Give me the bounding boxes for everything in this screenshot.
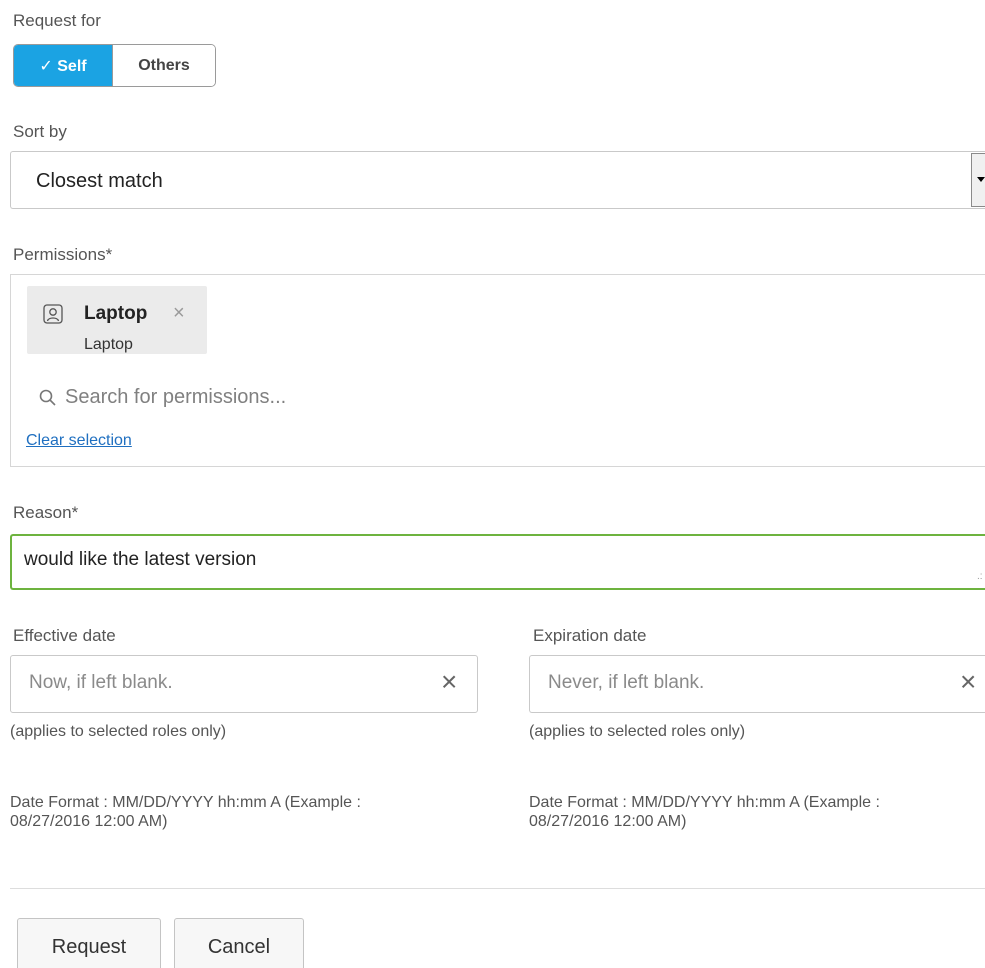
resize-handle-icon[interactable]: .: [977, 572, 983, 582]
sort-by-select[interactable]: Closest match [10, 151, 985, 209]
effective-date-format: Date Format : MM/DD/YYYY hh:mm A (Exampl… [10, 793, 470, 831]
permission-search [27, 382, 927, 412]
permission-chip: Laptop × Laptop [27, 286, 207, 354]
search-icon [39, 389, 56, 406]
close-icon[interactable]: × [441, 668, 457, 696]
reason-input[interactable]: would like the latest version [24, 549, 974, 577]
effective-date-note: (applies to selected roles only) [10, 723, 227, 740]
format-line: Date Format : MM/DD/YYYY hh:mm A (Exampl… [529, 794, 880, 811]
self-option-button[interactable]: ✓ Self [14, 45, 112, 86]
permissions-label: Permissions* [13, 245, 113, 264]
reason-field: would like the latest version .: [10, 534, 985, 590]
chip-title: Laptop [84, 303, 148, 324]
expiration-date-format: Date Format : MM/DD/YYYY hh:mm A (Exampl… [529, 793, 979, 831]
sort-by-value: Closest match [36, 170, 163, 192]
effective-date-input[interactable] [29, 672, 409, 694]
others-option-button[interactable]: Others [112, 45, 215, 86]
permissions-box: Laptop × Laptop Clear selection [10, 274, 985, 467]
search-input[interactable] [65, 385, 865, 409]
expiration-date-input[interactable] [548, 672, 928, 694]
close-icon[interactable]: × [173, 303, 185, 323]
divider [10, 888, 985, 889]
request-for-toggle: ✓ Self Others [13, 44, 216, 87]
effective-date-field: × [10, 655, 478, 713]
expiration-date-label: Expiration date [533, 626, 647, 645]
format-line: 08/27/2016 12:00 AM) [529, 813, 687, 830]
chip-subtitle: Laptop [84, 336, 133, 353]
close-icon[interactable]: × [960, 668, 976, 696]
sort-by-label: Sort by [13, 122, 67, 141]
expiration-date-field: × [529, 655, 985, 713]
request-for-label: Request for [13, 11, 101, 30]
expiration-date-note: (applies to selected roles only) [529, 723, 746, 740]
format-line: 08/27/2016 12:00 AM) [10, 813, 168, 830]
effective-date-label: Effective date [13, 626, 116, 645]
format-line: Date Format : MM/DD/YYYY hh:mm A (Exampl… [10, 794, 361, 811]
cancel-button[interactable]: Cancel [174, 918, 304, 968]
request-button[interactable]: Request [17, 918, 161, 968]
user-profile-icon [43, 304, 63, 324]
clear-selection-link[interactable]: Clear selection [26, 432, 132, 450]
dropdown-button[interactable] [971, 153, 985, 207]
reason-label: Reason* [13, 503, 79, 522]
chevron-down-icon [977, 177, 985, 182]
